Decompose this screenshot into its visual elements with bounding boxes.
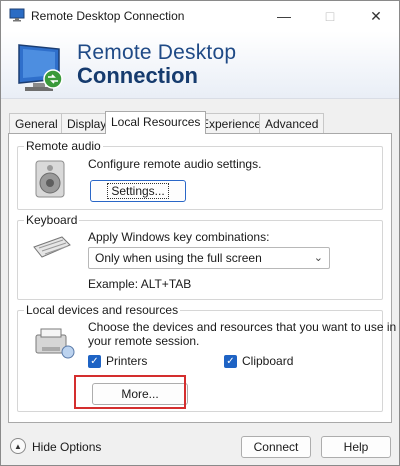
- settings-button[interactable]: Settings...: [90, 180, 186, 202]
- remote-desktop-logo-icon: [18, 44, 63, 91]
- windows-key-dropdown[interactable]: Only when using the full screen ⌄: [88, 247, 330, 269]
- hide-options-link[interactable]: Hide Options: [32, 440, 101, 454]
- banner-title-line2: Connection: [77, 63, 198, 88]
- banner-title-line1: Remote Desktop: [77, 41, 237, 64]
- rdc-window: Remote Desktop Connection — □ ✕ Remote D…: [0, 0, 400, 466]
- printers-checkbox[interactable]: ✓: [88, 355, 101, 368]
- keyboard-icon: [33, 236, 71, 258]
- keyboard-group: Keyboard Apply Windows key combinations:…: [17, 213, 383, 300]
- speaker-icon: [35, 160, 65, 198]
- printers-label: Printers: [106, 354, 148, 368]
- more-button-highlight: [74, 375, 186, 409]
- remote-desktop-icon: [9, 8, 25, 22]
- devices-icon: [35, 328, 75, 359]
- tab-general[interactable]: General: [9, 113, 64, 133]
- keyboard-title: Keyboard: [24, 213, 80, 227]
- tab-local-resources[interactable]: Local Resources: [105, 111, 207, 134]
- settings-button-label: Settings...: [107, 183, 169, 199]
- banner: Remote Desktop Connection: [1, 31, 399, 99]
- title-bar[interactable]: Remote Desktop Connection — □ ✕: [1, 1, 399, 31]
- local-devices-title: Local devices and resources: [24, 303, 181, 317]
- remote-audio-group: Remote audio Configure remote audio sett…: [17, 139, 383, 210]
- remote-audio-title: Remote audio: [24, 139, 103, 153]
- help-button[interactable]: Help: [321, 436, 391, 458]
- local-devices-description-line2: your remote session.: [88, 334, 200, 348]
- minimize-icon[interactable]: —: [261, 1, 307, 31]
- window-title: Remote Desktop Connection: [31, 9, 185, 23]
- close-icon[interactable]: ✕: [353, 1, 399, 31]
- tab-advanced[interactable]: Advanced: [259, 113, 325, 133]
- chevron-down-icon: ⌄: [313, 252, 323, 264]
- keyboard-description: Apply Windows key combinations:: [88, 230, 270, 244]
- clipboard-label: Clipboard: [242, 354, 294, 368]
- clipboard-checkbox[interactable]: ✓: [224, 355, 237, 368]
- local-devices-group: Local devices and resources Choose the d…: [17, 303, 396, 412]
- local-resources-panel: Remote audio Configure remote audio sett…: [8, 133, 396, 423]
- chevron-up-icon[interactable]: ▲: [10, 438, 26, 454]
- maximize-icon[interactable]: □: [307, 1, 353, 31]
- connect-button[interactable]: Connect: [241, 436, 311, 458]
- windows-key-selected: Only when using the full screen: [95, 251, 262, 265]
- remote-audio-description: Configure remote audio settings.: [88, 157, 262, 171]
- local-devices-description-line1: Choose the devices and resources that yo…: [88, 320, 397, 334]
- keyboard-example: Example: ALT+TAB: [88, 277, 192, 291]
